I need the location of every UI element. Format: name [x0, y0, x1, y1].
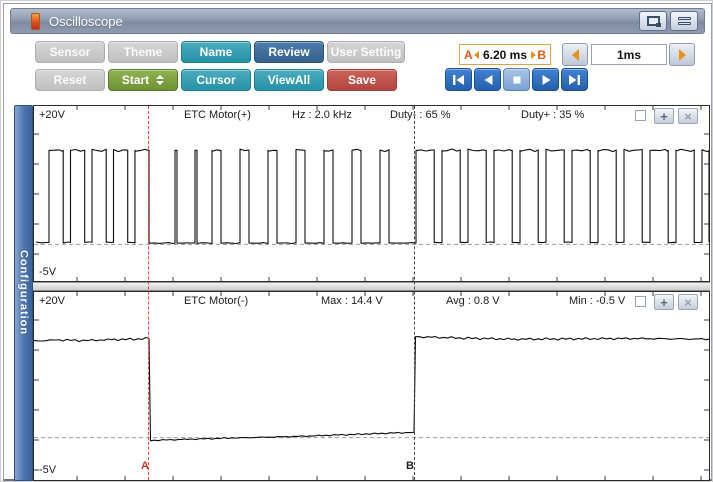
sensor-button[interactable]: Sensor	[35, 41, 105, 63]
play-button[interactable]	[532, 68, 559, 91]
window-title: Oscilloscope	[49, 13, 123, 29]
top-chart-title: ETC Motor(+)	[184, 109, 251, 121]
ab-time-readout: A 6.20 ms B	[459, 44, 551, 65]
cursor-a-readout-label: A	[464, 47, 473, 62]
top-chart-checkbox[interactable]	[635, 110, 646, 121]
window-restore-button[interactable]	[639, 11, 667, 31]
bottom-chart-vmin-label: -5V	[39, 464, 57, 476]
app-window: Oscilloscope Sensor Theme Name Review Us…	[0, 0, 713, 482]
top-chart-duty-plus: Duty+ : 35 %	[521, 109, 585, 121]
start-spinner-icon	[156, 75, 165, 85]
cursor-a-label: A	[141, 460, 149, 472]
skip-start-button[interactable]	[445, 68, 472, 91]
left-arrow-icon	[571, 48, 579, 61]
start-button-label: Start	[121, 73, 150, 87]
stop-button[interactable]	[503, 68, 530, 91]
bottom-chart-avg: Avg : 0.8 V	[446, 295, 500, 307]
skip-end-button[interactable]	[561, 68, 588, 91]
ab-time-value: 6.20 ms	[482, 47, 528, 62]
cursor-a-line[interactable]	[148, 106, 149, 480]
top-chart-zoom-button[interactable]: +	[654, 108, 674, 124]
window-restore-icon	[646, 16, 661, 27]
top-chart-frequency: Hz : 2.0 kHz	[292, 109, 352, 121]
bottom-chart-min: Min : -0.5 V	[569, 295, 626, 307]
start-button[interactable]: Start	[108, 69, 178, 91]
step-back-icon	[484, 74, 492, 85]
timebase-value[interactable]: 1ms	[591, 44, 667, 65]
window-layout-icon	[677, 17, 691, 25]
name-button[interactable]: Name	[181, 41, 251, 63]
viewall-button[interactable]: ViewAll	[254, 69, 324, 91]
theme-button[interactable]: Theme	[108, 41, 178, 63]
top-chart-vmin-label: -5V	[39, 266, 57, 278]
window-frame: Oscilloscope Sensor Theme Name Review Us…	[3, 3, 712, 481]
bottom-chart-max: Max : 14.4 V	[321, 295, 383, 307]
bottom-chart-title: ETC Motor(-)	[184, 295, 249, 307]
a-left-arrow-icon	[473, 50, 479, 59]
save-button[interactable]: Save	[327, 69, 397, 91]
app-icon	[31, 12, 40, 30]
top-chart-close-button[interactable]: ×	[678, 108, 698, 124]
bottom-chart-checkbox[interactable]	[635, 296, 646, 307]
cursor-b-line[interactable]	[414, 106, 415, 480]
step-back-button[interactable]	[474, 68, 501, 91]
configuration-tab-label: Configuration	[17, 250, 30, 336]
timebase-increase-button[interactable]	[669, 43, 695, 66]
right-arrow-icon	[678, 48, 686, 61]
configuration-tab[interactable]: Configuration	[14, 105, 33, 481]
top-chart-duty-minus: Duty- : 65 %	[390, 109, 451, 121]
stop-icon	[513, 76, 520, 83]
window-layout-button[interactable]	[670, 11, 698, 31]
play-icon	[542, 74, 550, 85]
review-button[interactable]: Review	[254, 41, 324, 63]
top-chart-vmax-label: +20V	[39, 109, 65, 121]
bottom-chart-close-button[interactable]: ×	[678, 294, 698, 310]
skip-end-icon	[569, 74, 580, 85]
cursor-b-label: B	[406, 460, 414, 472]
titlebar: Oscilloscope	[10, 8, 705, 34]
b-right-arrow-icon	[531, 50, 537, 59]
user-setting-button[interactable]: User Setting	[327, 41, 405, 63]
cursor-b-readout-label: B	[537, 47, 546, 62]
panel-divider	[33, 282, 710, 291]
reset-button[interactable]: Reset	[35, 69, 105, 91]
cursor-button[interactable]: Cursor	[181, 69, 251, 91]
waveform-top	[34, 106, 709, 281]
chart-panel-top: +20V ETC Motor(+) Hz : 2.0 kHz Duty- : 6…	[33, 105, 710, 282]
chart-panel-bottom: +20V ETC Motor(-) Max : 14.4 V Avg : 0.8…	[33, 291, 710, 481]
timebase-decrease-button[interactable]	[562, 43, 588, 66]
skip-start-icon	[453, 74, 464, 85]
waveform-bottom	[34, 292, 709, 480]
bottom-chart-vmax-label: +20V	[39, 295, 65, 307]
bottom-chart-zoom-button[interactable]: +	[654, 294, 674, 310]
